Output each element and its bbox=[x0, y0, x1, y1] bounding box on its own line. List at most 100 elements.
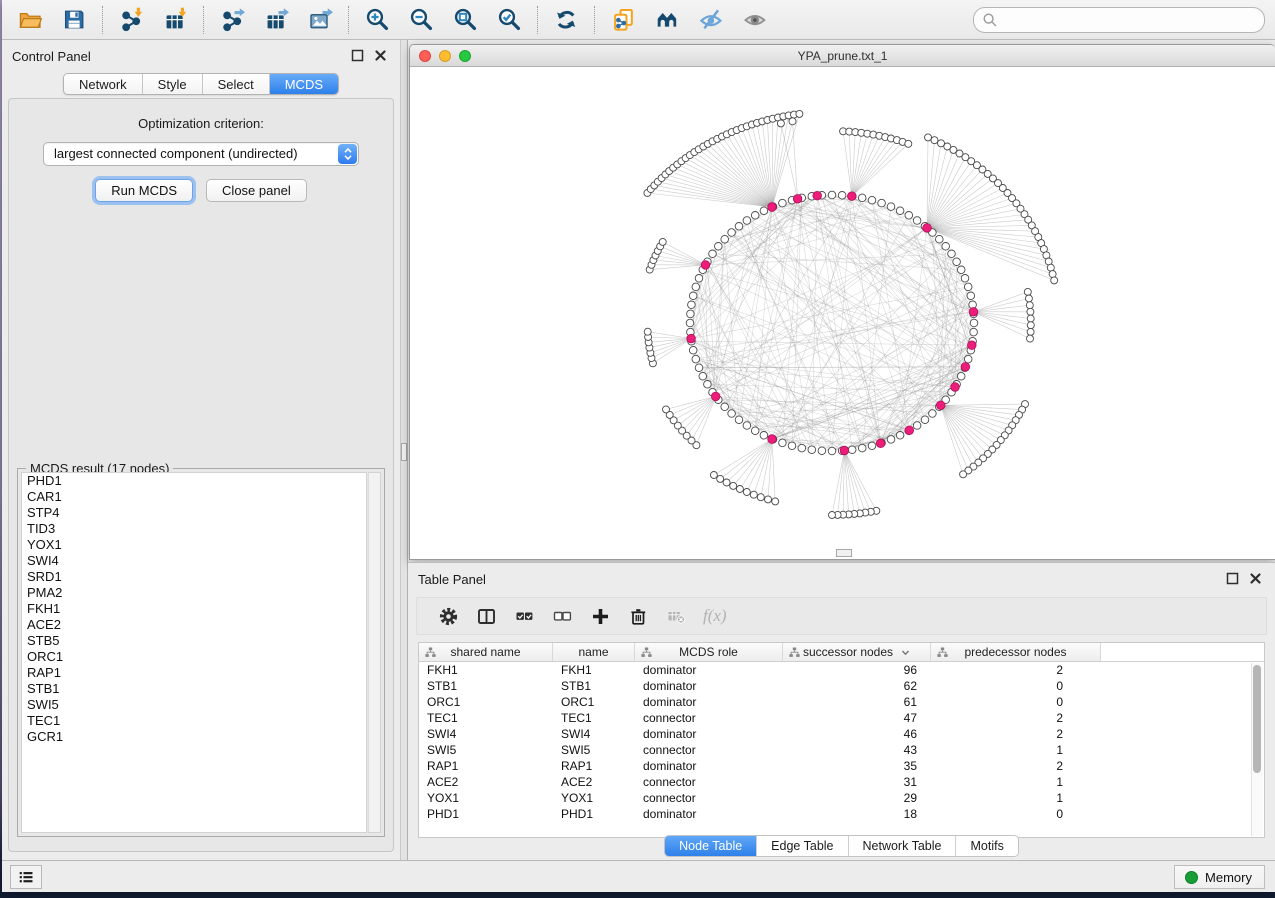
open-folder-icon[interactable] bbox=[16, 6, 44, 34]
cell-predecessor-nodes: 1 bbox=[931, 774, 1101, 790]
optimization-dropdown[interactable]: largest connected component (undirected) bbox=[43, 142, 359, 166]
close-panel-button[interactable]: Close panel bbox=[206, 179, 307, 202]
export-image-icon[interactable] bbox=[306, 6, 334, 34]
column-header-MCDS-role[interactable]: MCDS role bbox=[635, 643, 783, 661]
cell-predecessor-nodes: 0 bbox=[931, 806, 1101, 822]
tab-style[interactable]: Style bbox=[143, 74, 203, 94]
save-icon[interactable] bbox=[60, 6, 88, 34]
toolbar-separator bbox=[594, 6, 595, 34]
export-network-icon[interactable] bbox=[218, 6, 246, 34]
export-table-icon[interactable] bbox=[262, 6, 290, 34]
column-header-name[interactable]: name bbox=[553, 643, 635, 661]
run-mcds-button[interactable]: Run MCDS bbox=[95, 179, 193, 202]
table-row[interactable]: YOX1YOX1connector291 bbox=[419, 790, 1264, 806]
network-window-titlebar[interactable]: YPA_prune.txt_1 bbox=[410, 45, 1275, 67]
mcds-list-item[interactable]: STP4 bbox=[22, 505, 366, 521]
copy-network-icon[interactable] bbox=[609, 6, 637, 34]
mcds-list-item[interactable]: PHD1 bbox=[22, 473, 366, 489]
close-table-panel-icon[interactable] bbox=[1249, 572, 1262, 585]
refresh-icon[interactable] bbox=[552, 6, 580, 34]
close-panel-icon[interactable] bbox=[374, 49, 387, 62]
mcds-list-item[interactable]: RAP1 bbox=[22, 665, 366, 681]
tab-network-table[interactable]: Network Table bbox=[849, 836, 957, 856]
memory-button[interactable]: Memory bbox=[1174, 865, 1265, 889]
mcds-list-item[interactable]: CAR1 bbox=[22, 489, 366, 505]
column-header-successor-nodes[interactable]: successor nodes bbox=[783, 643, 931, 661]
import-table-icon[interactable] bbox=[161, 6, 189, 34]
table-row[interactable]: SWI4SWI4dominator462 bbox=[419, 726, 1264, 742]
horizontal-splitter-grip[interactable] bbox=[836, 549, 852, 557]
mcds-list-item[interactable]: STB1 bbox=[22, 681, 366, 697]
vertical-splitter[interactable] bbox=[400, 40, 408, 860]
mcds-list-item[interactable]: PMA2 bbox=[22, 585, 366, 601]
table-scrollbar[interactable] bbox=[1251, 663, 1263, 836]
table-row[interactable]: STB1STB1dominator620 bbox=[419, 678, 1264, 694]
mcds-list-scrollbar[interactable] bbox=[368, 472, 381, 833]
zoom-fit-icon[interactable] bbox=[451, 6, 479, 34]
zoom-selected-icon[interactable] bbox=[495, 6, 523, 34]
binoculars-icon[interactable] bbox=[653, 6, 681, 34]
mcds-list-item[interactable]: TID3 bbox=[22, 521, 366, 537]
network-canvas[interactable] bbox=[410, 68, 1275, 559]
zoom-out-icon[interactable] bbox=[407, 6, 435, 34]
mcds-list-item[interactable]: SWI5 bbox=[22, 697, 366, 713]
search-box[interactable] bbox=[973, 7, 1265, 33]
tab-edge-table[interactable]: Edge Table bbox=[757, 836, 848, 856]
list-icon bbox=[17, 868, 35, 886]
table-tabs: Node TableEdge TableNetwork TableMotifs bbox=[664, 835, 1019, 857]
table-row[interactable]: ORC1ORC1dominator610 bbox=[419, 694, 1264, 710]
network-graph bbox=[410, 68, 1275, 559]
table-scrollbar-thumb[interactable] bbox=[1253, 665, 1261, 773]
cell-predecessor-nodes: 2 bbox=[931, 662, 1101, 678]
table-row[interactable]: SWI5SWI5connector431 bbox=[419, 742, 1264, 758]
import-network-icon[interactable] bbox=[117, 6, 145, 34]
column-header-shared-name[interactable]: shared name bbox=[419, 643, 553, 661]
tab-select[interactable]: Select bbox=[203, 74, 270, 94]
tab-node-table[interactable]: Node Table bbox=[665, 836, 757, 856]
table-row[interactable]: ACE2ACE2connector311 bbox=[419, 774, 1264, 790]
add-column-icon[interactable] bbox=[588, 604, 612, 628]
mcds-result-list[interactable]: PHD1CAR1STP4TID3YOX1SWI4SRD1PMA2FKH1ACE2… bbox=[21, 472, 367, 833]
delete-table-icon bbox=[664, 604, 688, 628]
table-row[interactable]: PHD1PHD1dominator180 bbox=[419, 806, 1264, 822]
control-panel-tabs: NetworkStyleSelectMCDS bbox=[63, 73, 339, 95]
gear-icon[interactable] bbox=[436, 604, 460, 628]
float-table-panel-icon[interactable] bbox=[1226, 572, 1239, 585]
task-history-button[interactable] bbox=[10, 865, 42, 889]
cell-shared-name: SWI4 bbox=[419, 726, 553, 742]
tab-motifs[interactable]: Motifs bbox=[956, 836, 1017, 856]
cell-name: ORC1 bbox=[553, 694, 635, 710]
mcds-list-item[interactable]: STB5 bbox=[22, 633, 366, 649]
hide-eye-icon[interactable] bbox=[697, 6, 725, 34]
mcds-list-item[interactable]: TEC1 bbox=[22, 713, 366, 729]
mcds-list-item[interactable]: SRD1 bbox=[22, 569, 366, 585]
mcds-list-item[interactable]: FKH1 bbox=[22, 601, 366, 617]
table-row[interactable]: RAP1RAP1dominator352 bbox=[419, 758, 1264, 774]
network-window-title: YPA_prune.txt_1 bbox=[410, 45, 1275, 67]
column-header-predecessor-nodes[interactable]: predecessor nodes bbox=[931, 643, 1101, 661]
select-all-icon[interactable] bbox=[512, 604, 536, 628]
delete-column-icon[interactable] bbox=[626, 604, 650, 628]
table-body: FKH1FKH1dominator962STB1STB1dominator620… bbox=[419, 662, 1264, 822]
column-header-label: successor nodes bbox=[803, 645, 893, 659]
deselect-all-icon[interactable] bbox=[550, 604, 574, 628]
mcds-list-item[interactable]: YOX1 bbox=[22, 537, 366, 553]
split-columns-icon[interactable] bbox=[474, 604, 498, 628]
float-panel-icon[interactable] bbox=[351, 49, 364, 62]
zoom-in-icon[interactable] bbox=[363, 6, 391, 34]
tab-mcds[interactable]: MCDS bbox=[270, 74, 338, 94]
splitter-grip[interactable] bbox=[401, 443, 407, 461]
search-input[interactable] bbox=[998, 9, 1264, 31]
cell-name: SWI5 bbox=[553, 742, 635, 758]
table-row[interactable]: TEC1TEC1connector472 bbox=[419, 710, 1264, 726]
tab-network[interactable]: Network bbox=[64, 74, 143, 94]
mcds-list-item[interactable]: ACE2 bbox=[22, 617, 366, 633]
cell-MCDS-role: connector bbox=[635, 774, 783, 790]
cell-shared-name: STB1 bbox=[419, 678, 553, 694]
cell-predecessor-nodes: 2 bbox=[931, 710, 1101, 726]
mcds-list-item[interactable]: SWI4 bbox=[22, 553, 366, 569]
mcds-list-item[interactable]: GCR1 bbox=[22, 729, 366, 745]
show-eye-icon[interactable] bbox=[741, 6, 769, 34]
mcds-list-item[interactable]: ORC1 bbox=[22, 649, 366, 665]
table-row[interactable]: FKH1FKH1dominator962 bbox=[419, 662, 1264, 678]
